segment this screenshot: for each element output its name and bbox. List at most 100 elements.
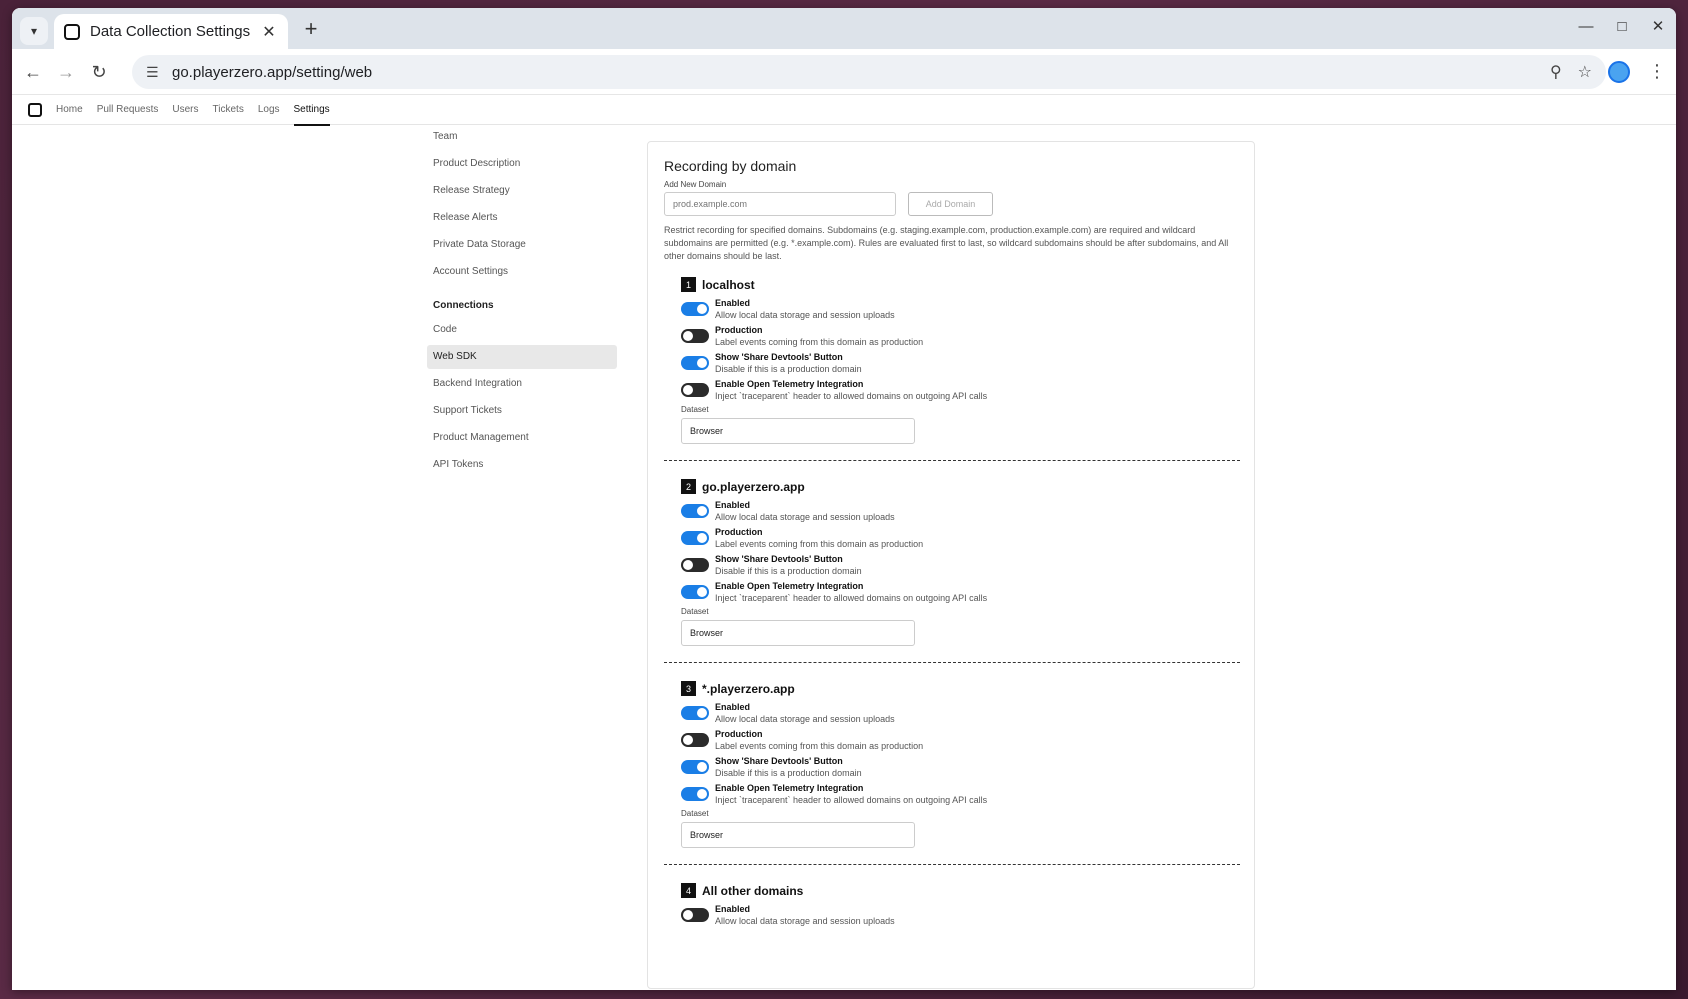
enable-open-telemetry-integration-toggle[interactable] [681,585,709,599]
production-toggle[interactable] [681,733,709,747]
toggle-row-enable-open-telemetry-integration: Enable Open Telemetry Integration Inject … [681,782,1238,809]
toggle-description: Inject `traceparent` header to allowed d… [715,593,988,603]
domain-rule: 3 *.playerzero.app Enabled Allow local data… [664,681,1240,865]
dataset-select[interactable]: Browser [681,822,915,848]
rule-index: 3 [681,681,696,696]
show-share-devtools-button-toggle[interactable] [681,356,709,370]
toggle-description: Disable if this is a production domain [715,566,862,576]
domain-rule: 2 go.playerzero.app Enabled Allow local dat… [664,479,1240,663]
enabled-toggle[interactable] [681,504,709,518]
toggle-description: Inject `traceparent` header to allowed d… [715,795,988,805]
rule-divider [664,460,1240,461]
toggle-description: Allow local data storage and session upl… [715,714,895,724]
tab-title: Data Collection Settings [90,23,251,40]
toggle-label: Enable Open Telemetry Integration [715,581,864,591]
browser-menu-icon[interactable]: ⋮ [1648,61,1666,82]
rule-index: 4 [681,883,696,898]
forward-icon[interactable]: → [55,61,77,83]
nav-tickets[interactable]: Tickets [213,95,244,125]
new-tab-icon[interactable]: + [298,16,324,42]
back-icon[interactable]: ← [22,61,44,83]
nav-logs[interactable]: Logs [258,95,280,125]
toggle-label: Production [715,527,763,537]
maximize-icon[interactable]: □ [1614,18,1630,35]
app-logo-icon[interactable] [28,102,42,117]
enable-open-telemetry-integration-toggle[interactable] [681,787,709,801]
sidebar-item-private-data-storage[interactable]: Private Data Storage [427,233,617,257]
enabled-toggle[interactable] [681,908,709,922]
toggle-row-enable-open-telemetry-integration: Enable Open Telemetry Integration Inject … [681,580,1238,607]
domain-name: localhost [702,277,755,292]
show-share-devtools-button-toggle[interactable] [681,558,709,572]
production-toggle[interactable] [681,329,709,343]
reload-icon[interactable]: ↻ [88,61,110,83]
help-text: Restrict recording for specified domains… [664,225,1229,261]
toggle-label: Show 'Share Devtools' Button [715,352,843,362]
toggle-label: Enabled [715,702,751,712]
production-toggle[interactable] [681,531,709,545]
show-share-devtools-button-toggle[interactable] [681,760,709,774]
domain-rule: 4 All other domains Enabled Allow local dat… [664,883,1238,930]
sidebar-item-code[interactable]: Code [427,318,617,342]
domain-rule: 1 localhost Enabled Allow local data storag… [664,277,1240,461]
address-bar[interactable]: ☰ go.playerzero.app/setting/web ⚲ ☆ [132,55,1606,89]
nav-users[interactable]: Users [172,95,198,125]
toggle-description: Label events coming from this domain as … [715,539,924,549]
bookmark-star-icon[interactable]: ☆ [1578,62,1592,82]
app-top-nav: Home Pull Requests Users Tickets Logs Setting… [12,95,1676,126]
sidebar-item-account-settings[interactable]: Account Settings [427,260,617,284]
toggle-row-show-share-devtools-button: Show 'Share Devtools' Button Disable if t… [681,351,1238,378]
sidebar-item-team[interactable]: Team [427,125,617,149]
settings-sidebar: Team Product Description Release Strategy R… [427,125,617,480]
profile-avatar[interactable] [1608,61,1630,83]
enable-open-telemetry-integration-toggle[interactable] [681,383,709,397]
sidebar-item-support-tickets[interactable]: Support Tickets [427,399,617,423]
enabled-toggle[interactable] [681,302,709,316]
add-domain-button[interactable]: Add Domain [908,192,993,216]
close-tab-icon[interactable]: ✕ [260,22,278,42]
toggle-label: Show 'Share Devtools' Button [715,554,843,564]
rule-divider [664,662,1240,663]
sidebar-item-api-tokens[interactable]: API Tokens [427,453,617,477]
dataset-label: Dataset [681,405,709,414]
toggle-label: Enable Open Telemetry Integration [715,783,864,793]
toggle-row-production: Production Label events coming from this … [681,728,1238,755]
nav-home[interactable]: Home [56,95,83,125]
active-tab[interactable]: Data Collection Settings ✕ [54,14,288,49]
toggle-description: Inject `traceparent` header to allowed d… [715,391,988,401]
recording-by-domain-panel: Recording by domain Add New Domain Add D… [647,141,1255,989]
toggle-row-production: Production Label events coming from this … [681,324,1238,351]
sidebar-item-backend-integration[interactable]: Backend Integration [427,372,617,396]
dataset-select[interactable]: Browser [681,418,915,444]
enabled-toggle[interactable] [681,706,709,720]
toggle-row-show-share-devtools-button: Show 'Share Devtools' Button Disable if t… [681,553,1238,580]
minimize-icon[interactable]: — [1578,18,1594,35]
tab-search-icon[interactable]: ▾ [20,17,48,45]
toggle-description: Disable if this is a production domain [715,364,862,374]
sidebar-item-release-strategy[interactable]: Release Strategy [427,179,617,203]
domain-list: 1 localhost Enabled Allow local data storag… [664,277,1240,930]
sidebar-item-product-management[interactable]: Product Management [427,426,617,450]
nav-pull-requests[interactable]: Pull Requests [97,95,159,125]
toggle-description: Allow local data storage and session upl… [715,916,895,926]
nav-settings[interactable]: Settings [293,95,330,126]
sidebar-item-release-alerts[interactable]: Release Alerts [427,206,617,230]
sidebar-item-product-description[interactable]: Product Description [427,152,617,176]
toggle-label: Enabled [715,500,751,510]
toggle-label: Show 'Share Devtools' Button [715,756,843,766]
toggle-label: Enable Open Telemetry Integration [715,379,864,389]
toggle-row-enabled: Enabled Allow local data storage and sess… [681,499,1238,526]
toggle-description: Allow local data storage and session upl… [715,512,895,522]
new-domain-input[interactable] [664,192,896,216]
site-info-icon[interactable]: ☰ [146,64,168,81]
dataset-label: Dataset [681,809,709,818]
add-domain-label: Add New Domain [664,180,727,189]
sidebar-item-web-sdk[interactable]: Web SDK [427,345,617,369]
zoom-icon[interactable]: ⚲ [1550,62,1562,82]
toggle-row-enabled: Enabled Allow local data storage and sess… [681,701,1238,728]
favicon-icon [64,23,80,40]
dataset-select[interactable]: Browser [681,620,915,646]
tab-strip: ▾ Data Collection Settings ✕ + — □ ✕ [12,8,1676,49]
close-window-icon[interactable]: ✕ [1650,18,1666,35]
dataset-label: Dataset [681,607,709,616]
